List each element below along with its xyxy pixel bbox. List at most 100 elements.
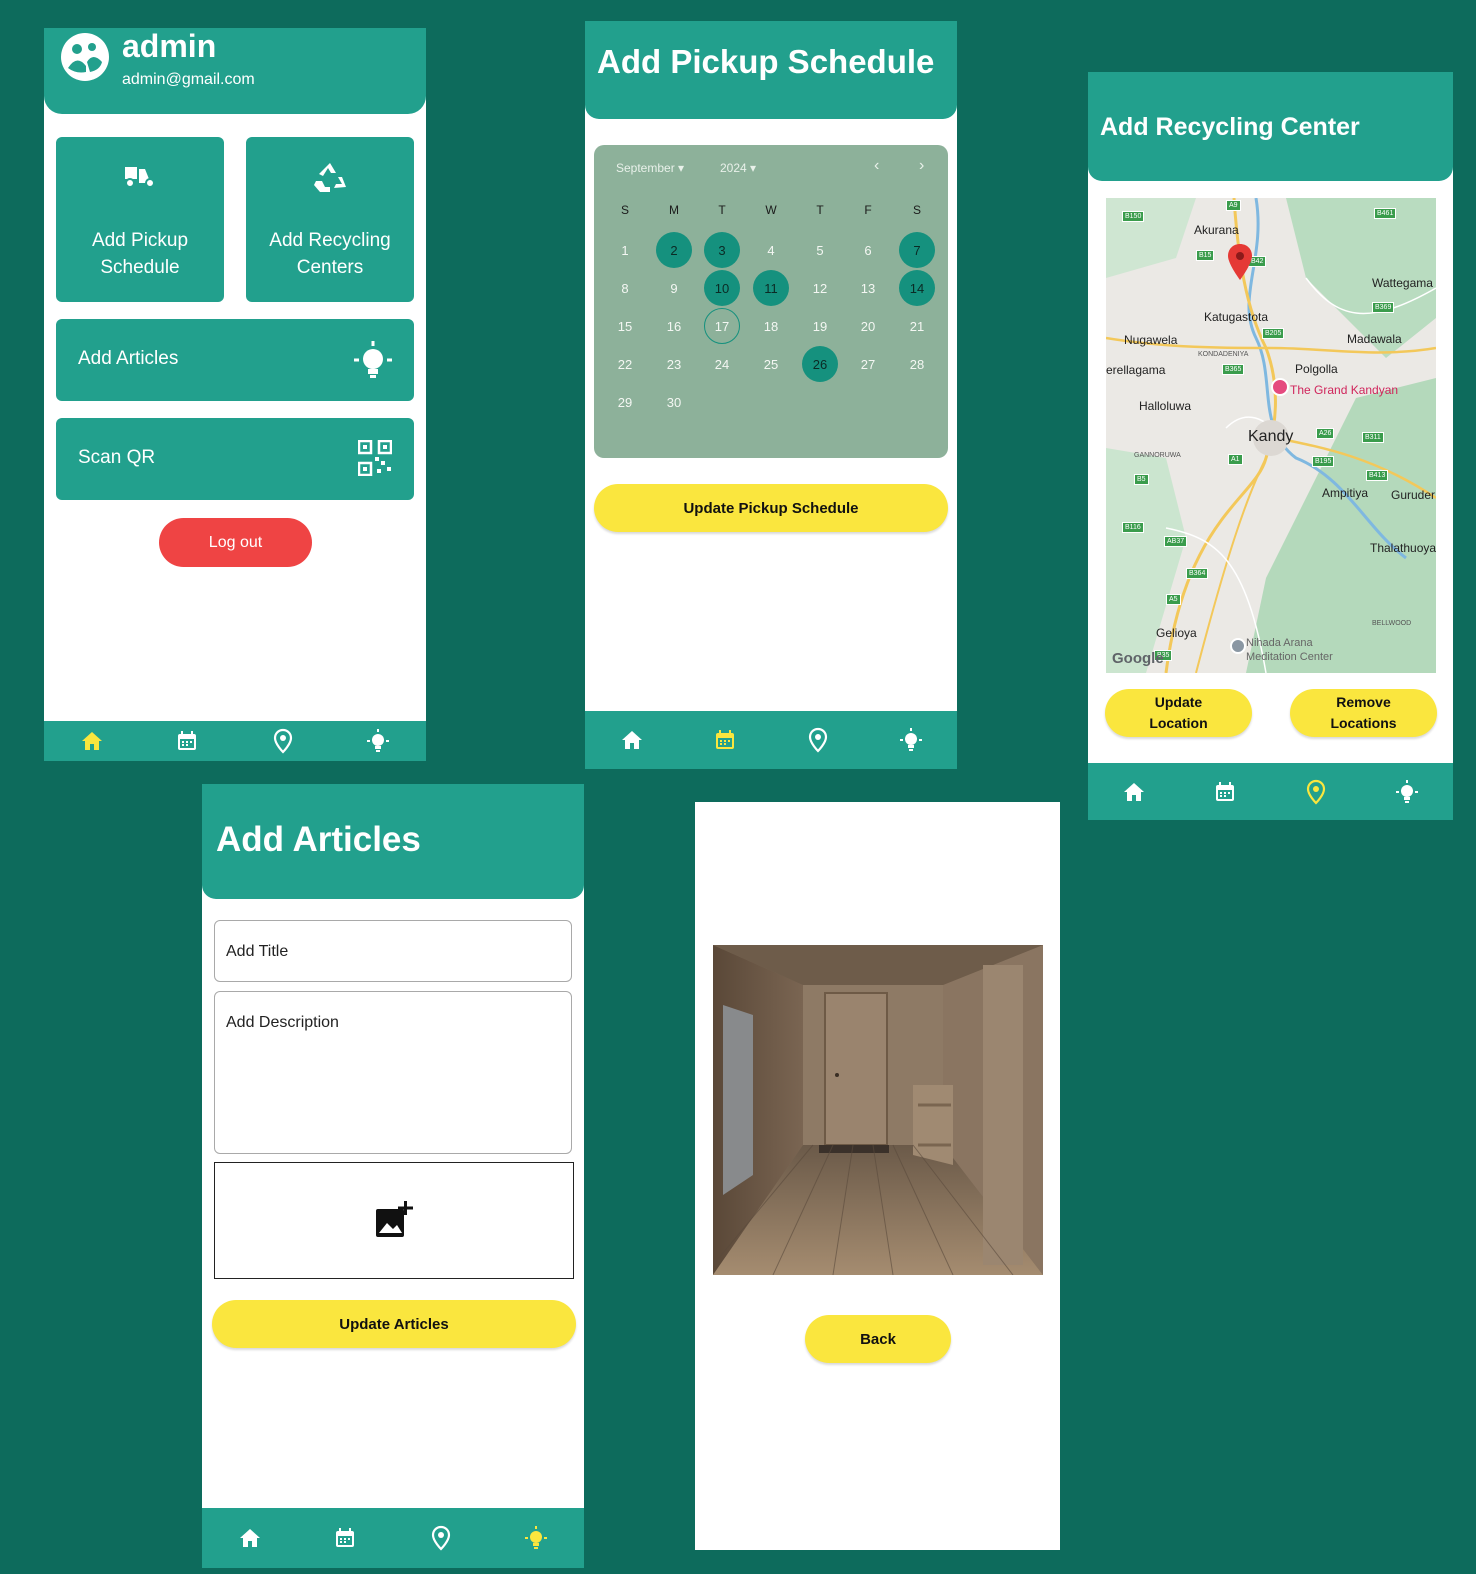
calendar-day[interactable]: 7 (899, 232, 935, 268)
nav-calendar[interactable] (167, 721, 207, 761)
calendar-day[interactable]: 4 (753, 232, 789, 268)
month-dropdown[interactable]: September ▾ (616, 161, 684, 175)
map-place-label: Gelioya (1156, 626, 1197, 640)
description-input[interactable]: Add Description (214, 991, 572, 1154)
dropdown-arrow-icon: ▾ (678, 161, 685, 175)
calendar-day[interactable]: 22 (607, 346, 643, 382)
page-title: Add Recycling Center (1100, 113, 1360, 141)
location-marker-icon[interactable] (1228, 244, 1252, 280)
add-pickup-schedule-tile[interactable]: Add Pickup Schedule (56, 137, 224, 302)
back-button[interactable]: Back (805, 1315, 951, 1363)
calendar-day[interactable]: 24 (704, 346, 740, 382)
delivery-scooter-icon (56, 161, 224, 191)
map-place-label: Madawala (1347, 332, 1402, 346)
nav-location[interactable] (421, 1518, 461, 1558)
nav-home[interactable] (230, 1518, 270, 1558)
calendar-day[interactable]: 8 (607, 270, 643, 306)
nav-home[interactable] (72, 721, 112, 761)
map-place-label: Akurana (1194, 223, 1239, 237)
map-poi-label[interactable]: The Grand Kandyan (1290, 383, 1398, 397)
logout-button[interactable]: Log out (159, 518, 312, 567)
update-articles-button[interactable]: Update Articles (212, 1300, 576, 1348)
road-badge: B195 (1312, 456, 1335, 467)
weekday-label: T (816, 203, 824, 217)
year-dropdown[interactable]: 2024 ▾ (720, 161, 756, 175)
tile-label: Add Recycling Centers (269, 230, 391, 278)
add-photo-icon (376, 1200, 413, 1237)
add-articles-screen: Add Articles Add Title Add Description U… (202, 784, 584, 1568)
nav-articles[interactable] (891, 720, 931, 760)
nav-calendar[interactable] (705, 720, 745, 760)
location-pin-icon (808, 727, 827, 753)
calendar-day[interactable]: 16 (656, 308, 692, 344)
update-pickup-schedule-button[interactable]: Update Pickup Schedule (594, 484, 948, 532)
nav-articles[interactable] (1387, 772, 1427, 812)
calendar-day[interactable]: 12 (802, 270, 838, 306)
road-badge: B311 (1362, 432, 1384, 443)
add-articles-tile[interactable]: Add Articles (56, 319, 414, 401)
calendar-day[interactable]: 26 (802, 346, 838, 382)
calendar-day[interactable]: 9 (656, 270, 692, 306)
calendar: September ▾ 2024 ▾ ‹ › SMTWTFS 123456789… (594, 145, 948, 458)
scan-qr-tile[interactable]: Scan QR (56, 418, 414, 500)
nav-articles[interactable] (358, 721, 398, 761)
calendar-day[interactable]: 19 (802, 308, 838, 344)
title-input[interactable]: Add Title (214, 920, 572, 982)
dropdown-arrow-icon: ▾ (750, 161, 757, 175)
calendar-day[interactable]: 20 (850, 308, 886, 344)
calendar-day[interactable]: 5 (802, 232, 838, 268)
next-month-button[interactable]: › (919, 157, 924, 175)
calendar-day[interactable]: 3 (704, 232, 740, 268)
avatar[interactable] (60, 32, 110, 82)
calendar-day[interactable]: 21 (899, 308, 935, 344)
tile-label: Add Pickup Schedule (91, 230, 189, 278)
calendar-day[interactable]: 17 (704, 308, 740, 344)
remove-locations-button[interactable]: Remove Locations (1290, 689, 1437, 737)
calendar-day[interactable]: 11 (753, 270, 789, 306)
calendar-day[interactable]: 14 (899, 270, 935, 306)
calendar-day[interactable]: 6 (850, 232, 886, 268)
calendar-day[interactable]: 13 (850, 270, 886, 306)
bottom-nav (1088, 763, 1453, 820)
home-icon (1123, 782, 1144, 801)
calendar-day[interactable]: 25 (753, 346, 789, 382)
calendar-day[interactable]: 15 (607, 308, 643, 344)
nav-home[interactable] (612, 720, 652, 760)
nav-location[interactable] (1296, 772, 1336, 812)
google-attribution: Google (1112, 650, 1164, 667)
calendar-icon (178, 731, 197, 750)
nav-calendar[interactable] (325, 1518, 365, 1558)
road-badge: B413 (1366, 470, 1389, 481)
lightbulb-icon (367, 729, 390, 752)
calendar-day[interactable]: 23 (656, 346, 692, 382)
map-place-label: BELLWOOD (1372, 620, 1412, 627)
calendar-day[interactable]: 29 (607, 384, 643, 420)
hotel-marker-icon[interactable] (1271, 378, 1289, 396)
nav-home[interactable] (1114, 772, 1154, 812)
map-poi-label[interactable]: Nihada Arana Meditation Center (1246, 636, 1333, 664)
weekday-label: T (718, 203, 726, 217)
meditation-marker-icon[interactable] (1230, 638, 1246, 654)
nav-location[interactable] (263, 721, 303, 761)
map-view[interactable]: Akurana Wattegama Katugastota Nugawela M… (1106, 198, 1436, 673)
calendar-day[interactable]: 28 (899, 346, 935, 382)
update-location-button[interactable]: Update Location (1105, 689, 1252, 737)
map-place-label: Polgolla (1295, 362, 1338, 376)
calendar-day[interactable]: 10 (704, 270, 740, 306)
weekday-label: S (912, 203, 921, 217)
calendar-day[interactable]: 27 (850, 346, 886, 382)
calendar-day[interactable]: 30 (656, 384, 692, 420)
calendar-day[interactable]: 2 (656, 232, 692, 268)
nav-location[interactable] (798, 720, 838, 760)
nav-calendar[interactable] (1205, 772, 1245, 812)
calendar-day[interactable]: 18 (753, 308, 789, 344)
lightbulb-icon (1396, 779, 1419, 803)
add-recycling-centers-tile[interactable]: Add Recycling Centers (246, 137, 414, 302)
profile-header: admin admin@gmail.com (44, 28, 426, 114)
image-picker[interactable] (214, 1162, 574, 1279)
map-place-label: Guruder (1391, 488, 1436, 502)
prev-month-button[interactable]: ‹ (874, 157, 879, 175)
calendar-day[interactable]: 1 (607, 232, 643, 268)
map-place-label: Katugastota (1204, 310, 1269, 324)
nav-articles[interactable] (516, 1518, 556, 1558)
